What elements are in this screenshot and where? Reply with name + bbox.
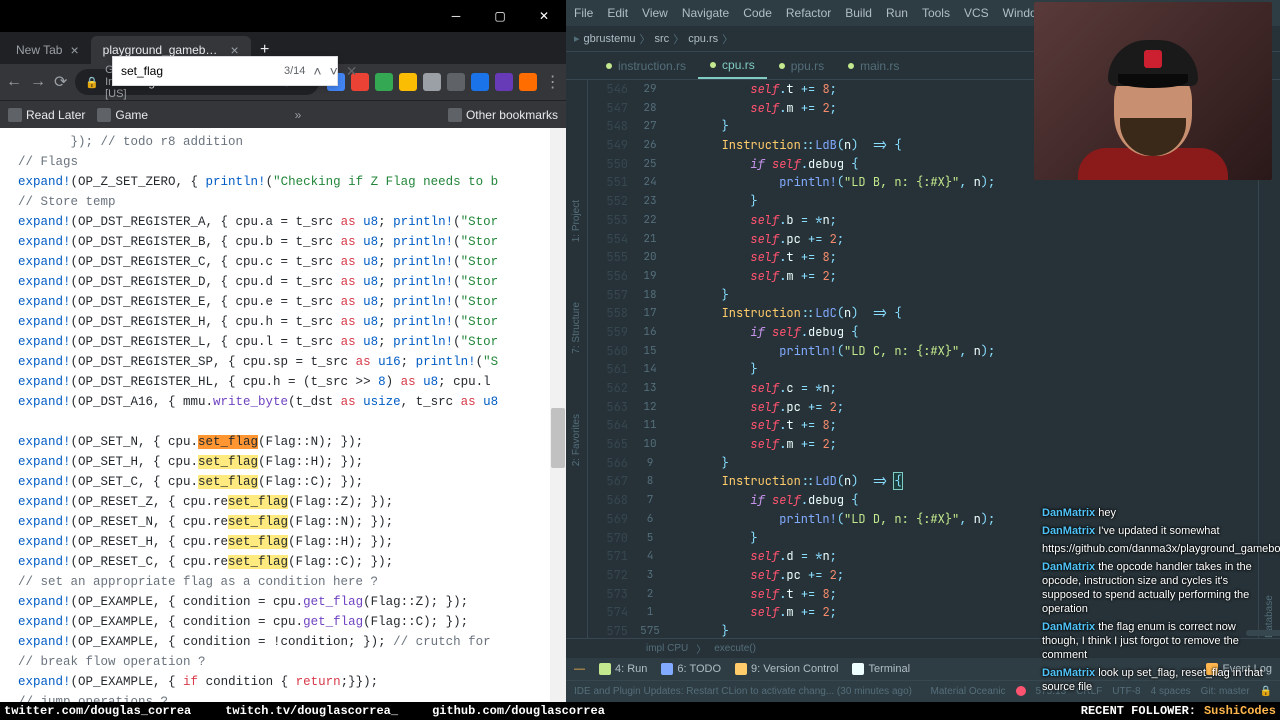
- menu-button[interactable]: ⋮: [545, 72, 561, 92]
- panel-structure[interactable]: 7: Structure: [571, 302, 582, 354]
- find-in-page: 3/14 ˄ ˅ ✕: [112, 56, 338, 86]
- recent-follower-label: RECENT FOLLOWER:: [1081, 704, 1196, 718]
- browser-tab-newtab[interactable]: New Tab ×: [4, 36, 91, 64]
- menu-view[interactable]: View: [642, 6, 668, 20]
- tab-title: playground_gameboy_emulator: [103, 43, 223, 57]
- find-close-button[interactable]: ✕: [346, 63, 358, 80]
- extension-icon[interactable]: [495, 73, 513, 91]
- panel-project[interactable]: 1: Project: [571, 200, 582, 242]
- breadcrumb-project[interactable]: gbrustemu: [584, 33, 636, 45]
- scrollbar-vertical[interactable]: [550, 128, 566, 702]
- chat-message: https://github.com/danma3x/playground_ga…: [1042, 542, 1272, 556]
- extension-icon[interactable]: [375, 73, 393, 91]
- line-numbers: 5465475485495505515525535545555565575585…: [588, 80, 636, 638]
- minimize-button[interactable]: ─: [442, 6, 470, 26]
- menu-vcs[interactable]: VCS: [964, 6, 989, 20]
- theme-indicator[interactable]: Material Oceanic: [931, 686, 1006, 697]
- breadcrumb: ▸ gbrustemu 〉 src 〉 cpu.rs 〉: [574, 31, 733, 47]
- recording-indicator: [1016, 686, 1026, 696]
- tool-icon: [852, 663, 864, 675]
- editor-tab-main-rs[interactable]: main.rs: [836, 52, 911, 79]
- find-prev-button[interactable]: ˄: [313, 63, 321, 79]
- find-input[interactable]: [121, 64, 276, 78]
- breadcrumb-src[interactable]: src: [655, 33, 670, 45]
- browser-titlebar: ─ ▢ ✕: [0, 0, 566, 32]
- menu-edit[interactable]: Edit: [607, 6, 628, 20]
- rust-icon: [779, 63, 785, 69]
- extension-icon[interactable]: [423, 73, 441, 91]
- scrollbar-thumb[interactable]: [551, 408, 565, 468]
- chat-username: DanMatrix: [1042, 621, 1095, 633]
- stream-footer: twitter.com/douglas_correa twitch.tv/dou…: [0, 702, 1280, 720]
- editor-tab-cpu-rs[interactable]: cpu.rs: [698, 52, 767, 79]
- menu-file[interactable]: File: [574, 6, 593, 20]
- chat-username: DanMatrix: [1042, 525, 1095, 537]
- chat-username: DanMatrix: [1042, 667, 1095, 679]
- recent-follower-name: SushiCodes: [1204, 704, 1276, 718]
- chat-message: DanMatrix look up set_flag, reset_flag i…: [1042, 666, 1272, 694]
- bookmark-game[interactable]: Game: [97, 108, 148, 122]
- forward-button[interactable]: →: [30, 73, 46, 91]
- folder-icon: [8, 108, 22, 122]
- chat-username: DanMatrix: [1042, 507, 1095, 519]
- chat-username: DanMatrix: [1042, 561, 1095, 573]
- other-bookmarks[interactable]: Other bookmarks: [448, 108, 558, 122]
- close-icon[interactable]: ×: [70, 42, 78, 58]
- chat-message: DanMatrix hey: [1042, 506, 1272, 520]
- tool-icon: [735, 663, 747, 675]
- find-next-button[interactable]: ˅: [330, 63, 338, 79]
- lock-icon: 🔒: [85, 76, 99, 89]
- stream-chat: DanMatrix hey DanMatrix I've updated it s…: [1042, 506, 1272, 698]
- browser-window: ─ ▢ ✕ New Tab × playground_gameboy_emula…: [0, 0, 566, 702]
- chat-message: DanMatrix I've updated it somewhat: [1042, 524, 1272, 538]
- tool-icon: [661, 663, 673, 675]
- extension-icon[interactable]: [447, 73, 465, 91]
- maximize-button[interactable]: ▢: [486, 6, 514, 26]
- fold-gutter[interactable]: 2928272625242322212019181716151413121110…: [636, 80, 664, 638]
- extension-icon[interactable]: [399, 73, 417, 91]
- toolwindow----run[interactable]: 4: Run: [599, 663, 647, 675]
- extension-icon[interactable]: [471, 73, 489, 91]
- panel-favorites[interactable]: 2: Favorites: [571, 414, 582, 466]
- update-notification[interactable]: IDE and Plugin Updates: Restart CLion to…: [574, 686, 912, 697]
- menu-run[interactable]: Run: [886, 6, 908, 20]
- reload-button[interactable]: ⟳: [54, 72, 67, 92]
- find-count: 3/14: [284, 65, 305, 77]
- chevron-right-icon: ▸: [574, 32, 580, 45]
- rust-icon: [606, 63, 612, 69]
- tab-title: New Tab: [16, 43, 62, 57]
- close-button[interactable]: ✕: [530, 6, 558, 26]
- folder-icon: [97, 108, 111, 122]
- editor-tab-instruction-rs[interactable]: instruction.rs: [594, 52, 698, 79]
- left-tool-gutter: 1: Project 7: Structure 2: Favorites: [566, 80, 588, 638]
- extension-icons: [327, 73, 537, 91]
- extension-icon[interactable]: [519, 73, 537, 91]
- bookmarks-bar: Read Later Game » Other bookmarks: [0, 100, 566, 128]
- toolwindow-terminal[interactable]: Terminal: [852, 663, 910, 675]
- toolwindow----version-control[interactable]: 9: Version Control: [735, 663, 838, 675]
- chat-message: DanMatrix the flag enum is correct now t…: [1042, 620, 1272, 662]
- bookmark-readlater[interactable]: Read Later: [8, 108, 85, 122]
- github-code-view[interactable]: }); // todo r8 addition// Flagsexpand!(O…: [0, 128, 566, 702]
- menu-navigate[interactable]: Navigate: [682, 6, 729, 20]
- back-button[interactable]: ←: [6, 73, 22, 91]
- github-link: github.com/douglascorrea: [432, 704, 605, 718]
- folder-icon: [448, 108, 462, 122]
- menu-code[interactable]: Code: [743, 6, 772, 20]
- tool-icon: [599, 663, 611, 675]
- breadcrumb-file[interactable]: cpu.rs: [688, 33, 718, 45]
- chat-message: DanMatrix the opcode handler takes in th…: [1042, 560, 1272, 616]
- menu-refactor[interactable]: Refactor: [786, 6, 831, 20]
- rust-icon: [848, 63, 854, 69]
- breadcrumb-impl[interactable]: impl CPU: [646, 643, 688, 654]
- editor-tab-ppu-rs[interactable]: ppu.rs: [767, 52, 836, 79]
- menu-tools[interactable]: Tools: [922, 6, 950, 20]
- breadcrumb-fn[interactable]: execute(): [714, 643, 756, 654]
- toolwindow----todo[interactable]: 6: TODO: [661, 663, 721, 675]
- webcam-overlay: [1034, 2, 1272, 180]
- twitter-link: twitter.com/douglas_correa: [4, 704, 191, 718]
- menu-build[interactable]: Build: [845, 6, 872, 20]
- rust-icon: [710, 62, 716, 68]
- twitch-link: twitch.tv/douglascorrea_: [225, 704, 398, 718]
